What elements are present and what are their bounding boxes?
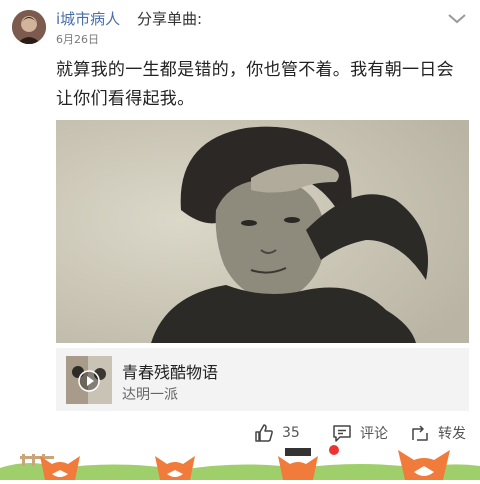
post-header: i城市病人 分享单曲: 6月26日 (0, 0, 480, 50)
post-image[interactable] (56, 120, 469, 343)
footer-decoration (0, 430, 480, 480)
fox-icon (155, 456, 195, 480)
album-cover (66, 356, 112, 404)
song-title[interactable]: 青春残酷物语 (122, 359, 218, 383)
share-label: 分享单曲: (137, 10, 203, 28)
chevron-down-icon[interactable] (446, 10, 468, 28)
post-date: 6月26日 (56, 33, 99, 46)
username-link[interactable]: i城市病人 (56, 8, 120, 29)
avatar[interactable] (12, 10, 46, 44)
artist-name: 达明一派 (122, 387, 178, 403)
post-text: 就算我的一生都是错的，你也管不着。我有朝一日会让你们看得起我。 (56, 60, 454, 109)
play-icon[interactable] (78, 370, 100, 396)
fox-icon (398, 450, 450, 480)
fox-icon (40, 456, 80, 480)
music-card[interactable]: 青春残酷物语 达明一派 (56, 348, 469, 411)
